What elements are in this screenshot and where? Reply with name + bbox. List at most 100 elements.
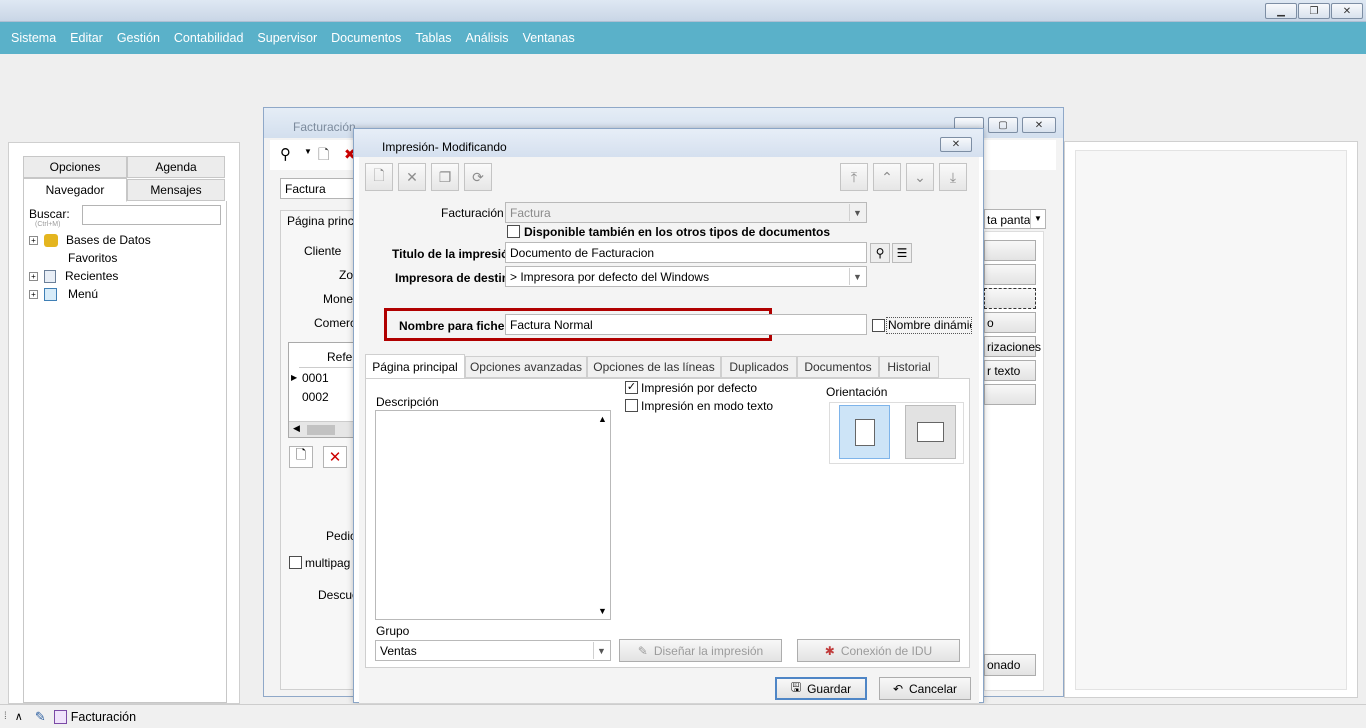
tree-item-favoritos[interactable]: Favoritos [44, 249, 117, 267]
side-button-seleccionado[interactable]: onado [984, 654, 1036, 676]
side-button-3[interactable] [984, 288, 1036, 309]
side-button-2[interactable] [984, 264, 1036, 285]
expand-icon[interactable]: + [29, 289, 38, 299]
lines-grid[interactable]: Refer ▶ 0001 0002 ◀ [288, 342, 356, 438]
expand-icon[interactable]: + [29, 235, 38, 245]
window-title: Facturación [293, 120, 356, 134]
next-record-button[interactable]: ⌄ [906, 163, 934, 191]
menu-sistema[interactable]: Sistema [4, 31, 63, 45]
side-button-label: r texto [987, 363, 1021, 378]
task-facturacion[interactable]: Facturación [71, 710, 136, 724]
chevron-down-icon[interactable]: ▼ [304, 147, 312, 156]
grupo-select[interactable]: Ventas ▼ [375, 640, 611, 661]
menu-analisis[interactable]: Análisis [458, 31, 515, 45]
impresora-select[interactable]: > Impresora por defecto del Windows ▼ [505, 266, 867, 287]
side-button-texto[interactable]: r texto [984, 360, 1036, 381]
delete-record-button[interactable]: ✕ [398, 163, 426, 191]
add-line-button[interactable]: 🗋 [289, 446, 313, 468]
tab-mensajes[interactable]: Mensajes [127, 179, 225, 201]
maximize-icon[interactable]: ▢ [988, 117, 1018, 133]
menu-ventanas[interactable]: Ventanas [516, 31, 582, 45]
disponible-checkbox[interactable] [507, 225, 520, 238]
copy-record-button[interactable]: ❐ [431, 163, 459, 191]
nombre-fichero-input[interactable]: Factura Normal [505, 314, 867, 335]
side-button-4[interactable]: o [984, 312, 1036, 333]
side-button-5[interactable] [984, 384, 1036, 405]
scroll-up-icon[interactable]: ▲ [598, 414, 607, 424]
close-icon[interactable]: ✕ [1331, 3, 1363, 19]
scroll-down-icon[interactable]: ▼ [598, 606, 607, 616]
refresh-button[interactable]: ⟳ [464, 163, 492, 191]
descripcion-label: Descripción [376, 395, 439, 409]
descripcion-textarea[interactable] [375, 410, 611, 620]
impresion-defecto-checkbox[interactable]: ✓ [625, 381, 638, 394]
refresh-icon: ⟳ [472, 168, 484, 185]
menu-editar[interactable]: Editar [63, 31, 110, 45]
multipagina-checkbox[interactable] [289, 556, 302, 569]
cancelar-button[interactable]: ↶ Cancelar [879, 677, 971, 700]
delete-line-button[interactable]: ✕ [323, 446, 347, 468]
tab-opciones-lineas[interactable]: Opciones de las líneas [587, 356, 721, 378]
view-select[interactable]: ta panta ▼ [984, 209, 1046, 229]
chevron-down-icon[interactable]: ▼ [849, 268, 865, 285]
restore-icon[interactable]: ❐ [1298, 3, 1330, 19]
new-record-button[interactable]: 🗋 [365, 163, 393, 191]
horizontal-scrollbar[interactable]: ◀ [289, 421, 353, 437]
first-record-button[interactable]: ⤒ [840, 163, 868, 191]
tab-navegador[interactable]: Navegador [23, 178, 127, 202]
portrait-button[interactable] [839, 405, 890, 459]
right-panel [1064, 141, 1358, 698]
disenar-impresion-button[interactable]: ✎ Diseñar la impresión [619, 639, 782, 662]
tab-opciones-avanzadas[interactable]: Opciones avanzadas [465, 356, 587, 378]
chevron-down-icon[interactable]: ▼ [593, 642, 609, 659]
minimize-icon[interactable]: ▁ [1265, 3, 1297, 19]
scroll-thumb[interactable] [307, 425, 335, 435]
chevron-up-icon[interactable]: ∧ [15, 710, 23, 723]
impresion-texto-checkbox[interactable] [625, 399, 638, 412]
menu-tablas[interactable]: Tablas [408, 31, 458, 45]
search-input[interactable] [82, 205, 221, 225]
tab-documentos[interactable]: Documentos [797, 356, 879, 378]
menu-supervisor[interactable]: Supervisor [250, 31, 324, 45]
tree-item-recientes[interactable]: + Recientes [29, 267, 118, 285]
last-record-button[interactable]: ⤓ [939, 163, 967, 191]
side-button-autorizaciones[interactable]: rizaciones [984, 336, 1041, 357]
tab-pagina-principal[interactable]: Página princ [287, 214, 354, 228]
search-icon[interactable]: ⚲ [280, 145, 291, 163]
edit-icon[interactable]: ✎ [35, 709, 46, 725]
tab-historial[interactable]: Historial [879, 356, 939, 378]
tab-duplicados[interactable]: Duplicados [721, 356, 797, 378]
delete-icon: ✕ [328, 449, 342, 466]
tab-opciones[interactable]: Opciones [23, 156, 127, 178]
nombre-dinamico-checkbox[interactable] [872, 319, 885, 332]
guardar-button[interactable]: 🖫 Guardar [775, 677, 867, 700]
menu-documentos[interactable]: Documentos [324, 31, 408, 45]
close-icon[interactable]: ✕ [1022, 117, 1056, 133]
grid-row[interactable]: 0001 [302, 371, 329, 385]
conexion-idu-button[interactable]: ✱ Conexión de IDU [797, 639, 960, 662]
tree-item-bases-de-datos[interactable]: + Bases de Datos [29, 231, 151, 249]
new-document-icon[interactable]: 🗋 [318, 144, 329, 168]
tab-pagina-principal[interactable]: Página principal [365, 354, 465, 379]
list-icon[interactable]: ☰ [892, 243, 912, 263]
previous-record-button[interactable]: ⌃ [873, 163, 901, 191]
close-icon[interactable]: ✕ [940, 137, 972, 152]
impresion-defecto-label: Impresión por defecto [641, 381, 758, 395]
tab-agenda[interactable]: Agenda [127, 156, 225, 178]
scroll-left-icon[interactable]: ◀ [293, 423, 300, 434]
grupo-value: Ventas [380, 644, 417, 658]
menu-contabilidad[interactable]: Contabilidad [167, 31, 251, 45]
undo-icon: ↶ [892, 681, 904, 696]
side-button-1[interactable] [984, 240, 1036, 261]
menu-gestion[interactable]: Gestión [110, 31, 167, 45]
disenar-label: Diseñar la impresión [653, 643, 764, 658]
grid-row[interactable]: 0002 [302, 390, 329, 404]
titulo-input[interactable]: Documento de Facturacion [505, 242, 867, 263]
chevron-down-icon[interactable]: ▼ [1030, 210, 1045, 228]
landscape-button[interactable] [905, 405, 956, 459]
search-icon[interactable]: ⚲ [870, 243, 890, 263]
dialog-title: Impresión- Modificando [382, 140, 507, 154]
doc-type-field[interactable]: Factura [280, 178, 356, 199]
tree-item-menu[interactable]: + Menú [29, 285, 98, 303]
expand-icon[interactable]: + [29, 271, 38, 281]
